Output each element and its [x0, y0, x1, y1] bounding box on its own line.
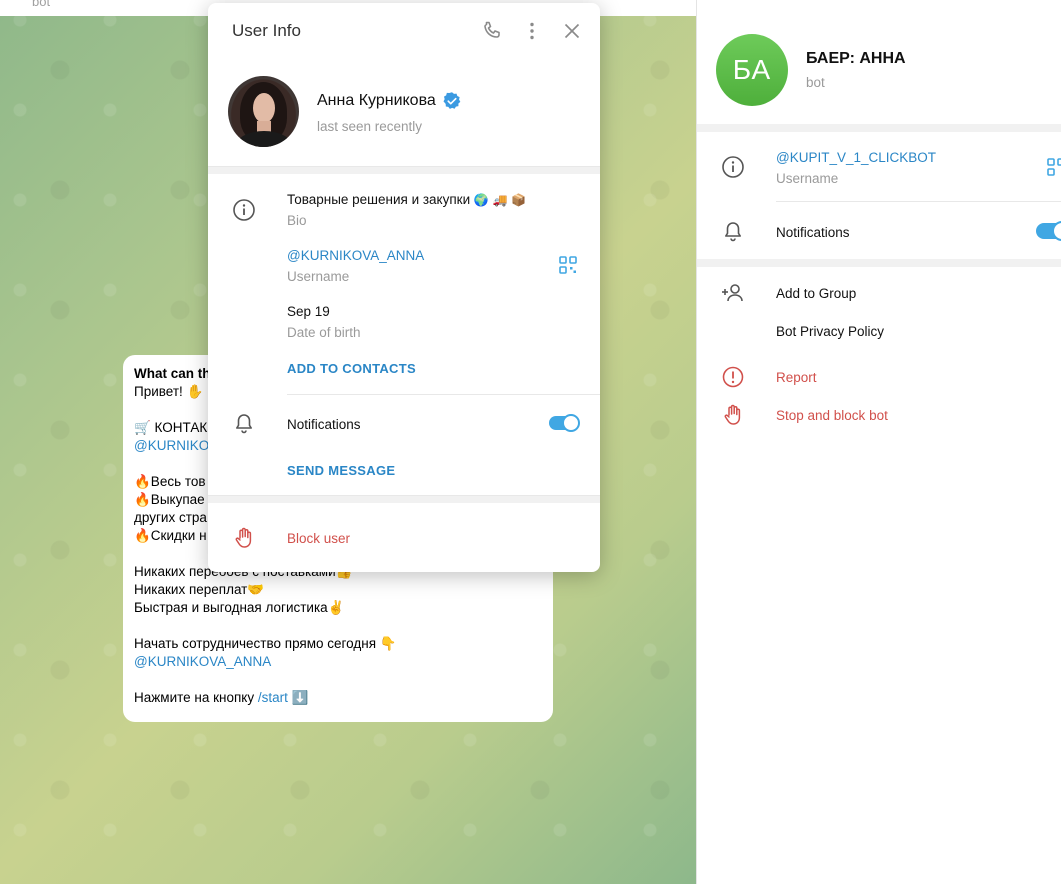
qr-code-icon[interactable] — [559, 256, 577, 274]
info-icon — [233, 199, 255, 221]
bio-label: Bio — [287, 213, 307, 228]
bot-profile-panel: БА БАЕР: АННА bot @KUPIT_V_1_CLICKBOT Us… — [696, 0, 1061, 884]
bot-username-label: Username — [776, 171, 839, 186]
bot-title: БАЕР: АННА — [806, 50, 906, 67]
user-avatar[interactable] — [228, 76, 299, 147]
close-icon[interactable] — [560, 19, 584, 43]
add-to-contacts-button[interactable]: ADD TO CONTACTS — [287, 361, 416, 376]
username-label: Username — [287, 269, 350, 284]
phone-icon[interactable] — [480, 19, 504, 43]
notifications-toggle[interactable] — [549, 414, 580, 432]
bell-icon — [236, 414, 252, 434]
date-of-birth: Sep 19 — [287, 304, 330, 319]
user-info-dialog: User Info Анна Курникова last seen recen… — [208, 3, 600, 572]
stop-and-block-bot-button[interactable]: Stop and block bot — [776, 408, 888, 423]
user-name-row: Анна Курникова — [317, 91, 462, 111]
notifications-label: Notifications — [776, 225, 850, 240]
send-message-button[interactable]: SEND MESSAGE — [287, 463, 395, 478]
bio-text-row: Товарные решения и закупки 🌍 🚚 📦 — [287, 192, 526, 207]
report-button[interactable]: Report — [776, 370, 817, 385]
verified-badge-icon — [443, 92, 461, 109]
qr-code-icon[interactable] — [1047, 158, 1061, 176]
dialog-title: User Info — [232, 21, 301, 40]
stop-hand-icon — [235, 527, 252, 548]
divider — [287, 394, 600, 395]
more-options-icon[interactable] — [520, 19, 544, 43]
section-separator — [208, 495, 600, 503]
section-separator — [697, 259, 1061, 267]
date-of-birth-label: Date of birth — [287, 325, 361, 340]
bio-text: Товарные решения и закупки — [287, 192, 471, 207]
user-last-seen: last seen recently — [317, 119, 423, 134]
add-to-group-button[interactable]: Add to Group — [776, 286, 856, 301]
start-command-link[interactable]: /start — [258, 690, 288, 705]
message-line: Нажмите на кнопку — [134, 690, 258, 705]
message-line: Никаких переплат🤝 — [134, 582, 265, 597]
stop-hand-icon — [724, 404, 741, 425]
bot-privacy-policy-button[interactable]: Bot Privacy Policy — [776, 324, 884, 339]
chat-header-subtitle: bot — [32, 0, 51, 9]
bell-icon — [725, 222, 741, 242]
section-separator — [697, 124, 1061, 132]
bot-subtitle: bot — [806, 75, 825, 90]
block-user-button[interactable]: Block user — [287, 531, 350, 546]
user-name: Анна Курникова — [317, 92, 436, 109]
username-link[interactable]: @KURNIKOVA_ANNA — [287, 248, 424, 263]
bot-username-link[interactable]: @KUPIT_V_1_CLICKBOT — [776, 150, 936, 165]
message-mention-link[interactable]: @KURNIKOVA_ANNA — [134, 653, 542, 671]
info-icon — [722, 156, 744, 178]
notifications-toggle[interactable] — [1036, 221, 1061, 241]
bot-avatar: БА — [716, 34, 788, 106]
section-separator — [208, 166, 600, 174]
bio-emoji: 🌍 🚚 📦 — [473, 193, 527, 207]
message-line: Начать сотрудничество прямо сегодня 👇 — [134, 636, 397, 651]
message-line-suffix: ⬇️ — [287, 690, 309, 705]
report-icon — [722, 366, 744, 388]
divider — [776, 201, 1061, 202]
add-user-icon — [722, 284, 743, 302]
message-line-start: Нажмите на кнопку /start ⬇️ — [134, 689, 542, 707]
message-line: Быстрая и выгодная логистика✌ — [134, 600, 345, 615]
notifications-label: Notifications — [287, 417, 361, 432]
